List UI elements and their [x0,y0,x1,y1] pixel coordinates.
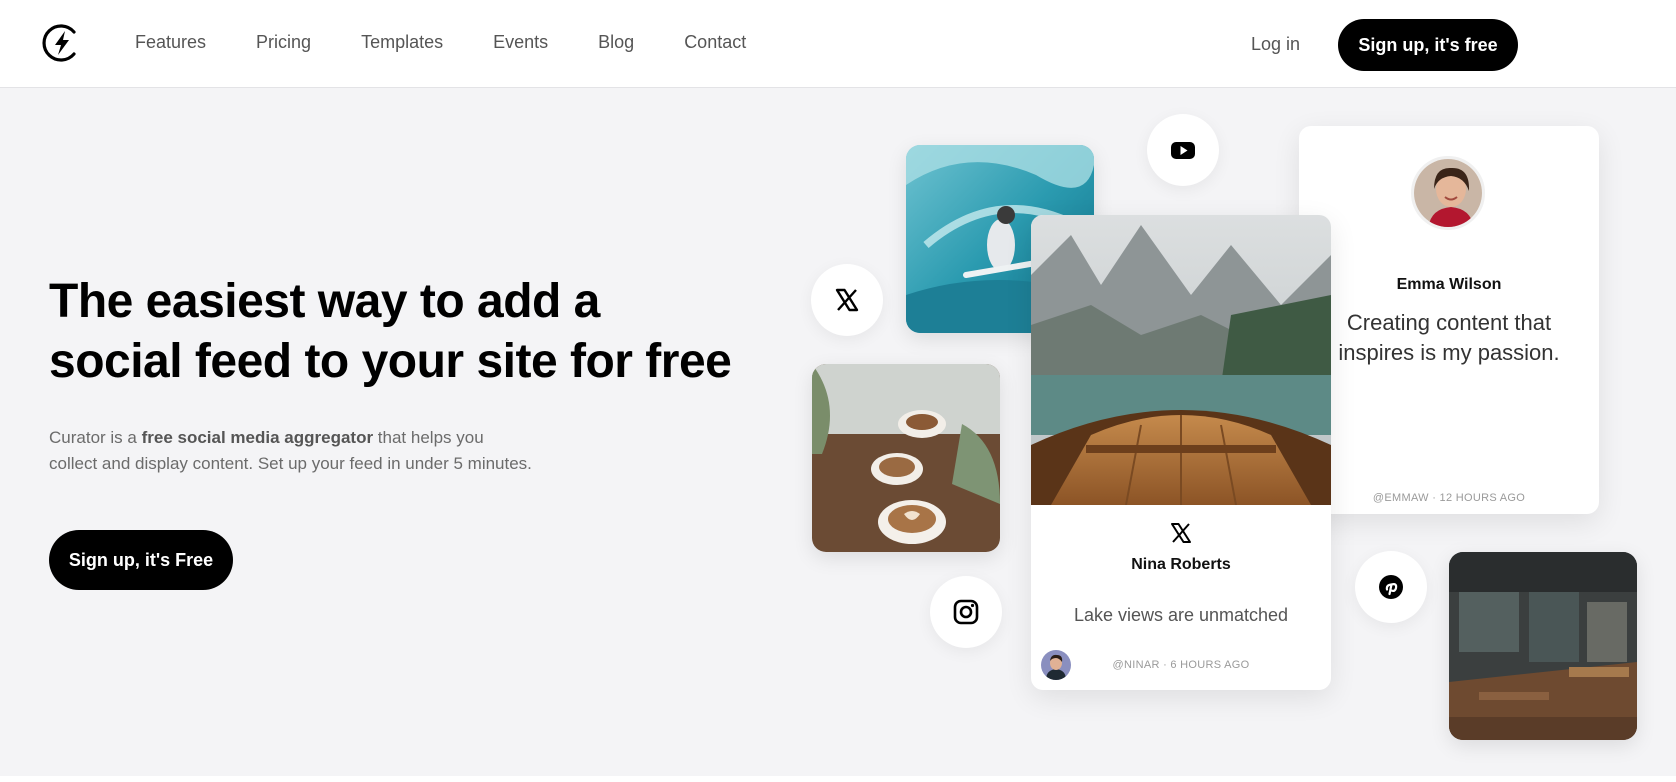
pinterest-icon[interactable] [1355,551,1427,623]
nav-link-pricing[interactable]: Pricing [256,32,311,53]
login-link[interactable]: Log in [1251,34,1300,55]
restaurant-photo [1449,552,1637,740]
lake-photo [1031,215,1331,506]
nav-link-features[interactable]: Features [135,32,206,53]
author-name: Nina Roberts [1131,556,1231,573]
coffee-photo [812,364,1000,552]
post-meta: @EMMAW · 12 HOURS AGO [1372,492,1526,504]
post-meta: @NINAR · 6 HOURS AGO [1112,659,1250,671]
post-text: Creating content that inspires is my pas… [1338,310,1560,365]
nav-link-contact[interactable]: Contact [684,32,746,53]
emma-wilson-card[interactable]: Emma Wilson Creating content that inspir… [1299,126,1599,514]
youtube-icon[interactable] [1147,114,1219,186]
nav-links: Features Pricing Templates Events Blog C… [135,32,796,53]
x-icon[interactable] [811,264,883,336]
section-divider [0,776,1676,782]
nina-roberts-card[interactable]: Nina Roberts Lake views are unmatched @N… [1031,215,1331,690]
nav-link-blog[interactable]: Blog [598,32,634,53]
hero-title: The easiest way to add a social feed to … [49,272,769,392]
desc-line2: collect and display content. Set up your… [49,454,532,473]
x-icon [1169,521,1193,545]
lightning-bolt-icon[interactable] [41,22,83,64]
author-name: Emma Wilson [1396,276,1502,293]
top-navigation: Features Pricing Templates Events Blog C… [0,0,1676,88]
desc-bold: free social media aggregator [141,428,374,447]
signup-button[interactable]: Sign up, it's free [1338,19,1518,71]
desc-prefix: Curator is a [49,428,142,447]
nav-link-events[interactable]: Events [493,32,548,53]
post-text: Lake views are unmatched [1073,605,1289,625]
nav-link-templates[interactable]: Templates [361,32,443,53]
instagram-icon[interactable] [930,576,1002,648]
hero-signup-button[interactable]: Sign up, it's Free [49,530,233,590]
hero-title-line2: social feed to your site for free [49,335,732,388]
hero-title-line1: The easiest way to add a [49,275,600,328]
desc-suffix: that helps you [373,428,484,447]
avatar [1411,156,1485,230]
hero-description: Curator is a free social media aggregato… [49,425,589,477]
